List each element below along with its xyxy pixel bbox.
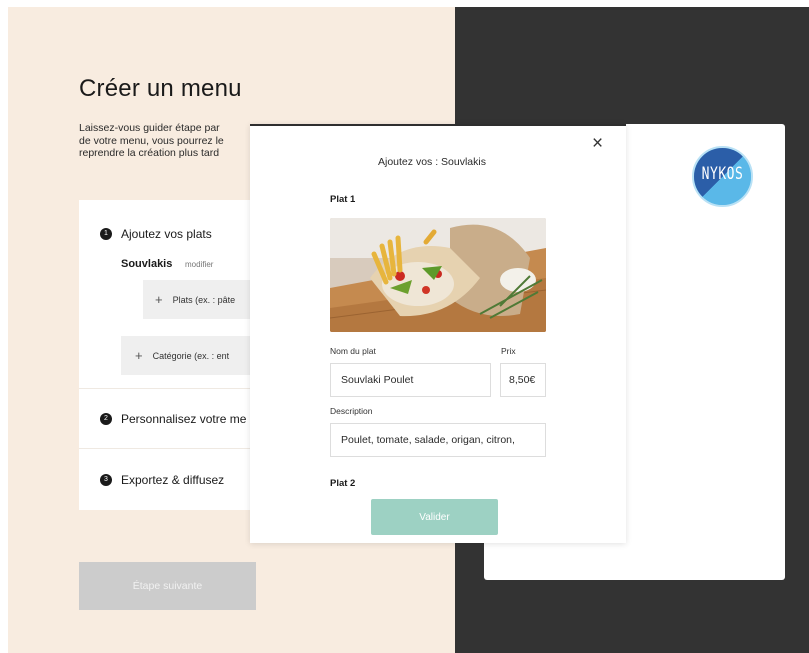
add-category-label: Catégorie (ex. : ent [152, 351, 230, 361]
step-customize-menu[interactable]: Personnalisez votre me [121, 412, 246, 426]
modal-top-border [250, 124, 626, 126]
dish-photo[interactable] [330, 218, 546, 332]
intro-line: de votre menu, vous pourrez le [79, 134, 224, 147]
page-title: Créer un menu [79, 75, 242, 102]
next-step-button[interactable]: Étape suivante [79, 562, 256, 610]
dish-name-input[interactable]: Souvlaki Poulet [330, 363, 491, 397]
next-dish-heading: Plat 2 [330, 478, 356, 486]
step-add-dishes[interactable]: Ajoutez vos plats [121, 227, 212, 241]
plus-icon: + [155, 292, 163, 307]
add-dish-modal [250, 124, 626, 543]
modify-category-link[interactable]: modifier [185, 260, 213, 269]
price-label: Prix [501, 346, 516, 356]
step-number-badge: 3 [100, 474, 112, 486]
validate-button[interactable]: Valider [371, 499, 498, 535]
close-icon[interactable]: × [592, 134, 603, 153]
category-name: Souvlakis [121, 258, 173, 270]
dish-heading: Plat 1 [330, 194, 356, 205]
description-input[interactable]: Poulet, tomate, salade, origan, citron, [330, 423, 546, 457]
divider [79, 448, 255, 449]
restaurant-logo: NYKOS [692, 146, 753, 207]
add-category-button[interactable]: + Catégorie (ex. : ent [121, 336, 255, 375]
intro-line: Laissez-vous guider étape par [79, 122, 220, 134]
description-label: Description [330, 406, 373, 416]
step-number-badge: 1 [100, 228, 112, 240]
intro-line: reprendre la création plus tard [79, 147, 220, 159]
price-input[interactable]: 8,50€ [500, 363, 546, 397]
dish-name-label: Nom du plat [330, 346, 376, 356]
modal-title: Ajoutez vos : Souvlakis [378, 156, 486, 168]
intro-text: Laissez-vous guider étape par de votre m… [79, 122, 251, 160]
step-export-share[interactable]: Exportez & diffusez [121, 473, 224, 487]
souvlaki-photo-illustration [330, 218, 546, 332]
steps-card: 1 Ajoutez vos plats Souvlakis modifier +… [79, 200, 255, 510]
divider [79, 388, 255, 389]
add-dish-label: Plats (ex. : pâte [172, 295, 236, 305]
logo-text: NYKOS [701, 164, 744, 185]
plus-icon: + [135, 348, 143, 363]
step-number-badge: 2 [100, 413, 112, 425]
add-dish-button[interactable]: + Plats (ex. : pâte [143, 280, 255, 319]
